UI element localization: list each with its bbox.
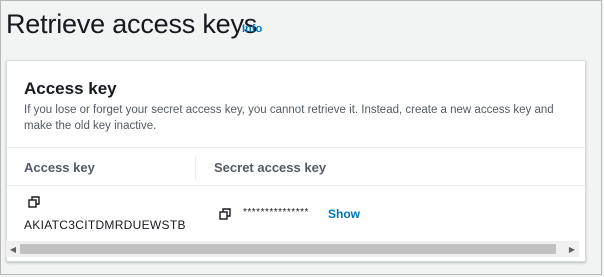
access-key-panel: Access key If you lose or forget your se… — [6, 60, 586, 262]
secret-access-key-masked: *************** — [243, 207, 309, 218]
scroll-left-icon[interactable]: ◀ — [6, 241, 20, 257]
panel-description: If you lose or forget your secret access… — [24, 104, 554, 132]
info-link[interactable]: Info — [242, 23, 262, 35]
page-title-text: Retrieve access keys — [6, 9, 258, 39]
table-header-divider — [7, 185, 585, 186]
scroll-right-icon[interactable]: ▶ — [565, 241, 579, 257]
panel-title: Access key — [24, 79, 117, 98]
access-key-value: AKIATC3CITDMRDUEWSTB — [24, 218, 186, 232]
column-header-secret-access-key: Secret access key — [214, 160, 327, 175]
page-title: Retrieve access keys — [6, 9, 257, 40]
horizontal-scrollbar[interactable]: ◀ ▶ — [6, 241, 579, 257]
copy-icon[interactable] — [219, 208, 231, 220]
show-secret-link[interactable]: Show — [328, 207, 360, 221]
scrollbar-thumb[interactable] — [20, 244, 556, 254]
copy-icon[interactable] — [28, 196, 40, 208]
column-header-access-key: Access key — [24, 160, 95, 175]
panel-header: Access key If you lose or forget your se… — [7, 61, 585, 148]
column-divider — [195, 157, 196, 179]
